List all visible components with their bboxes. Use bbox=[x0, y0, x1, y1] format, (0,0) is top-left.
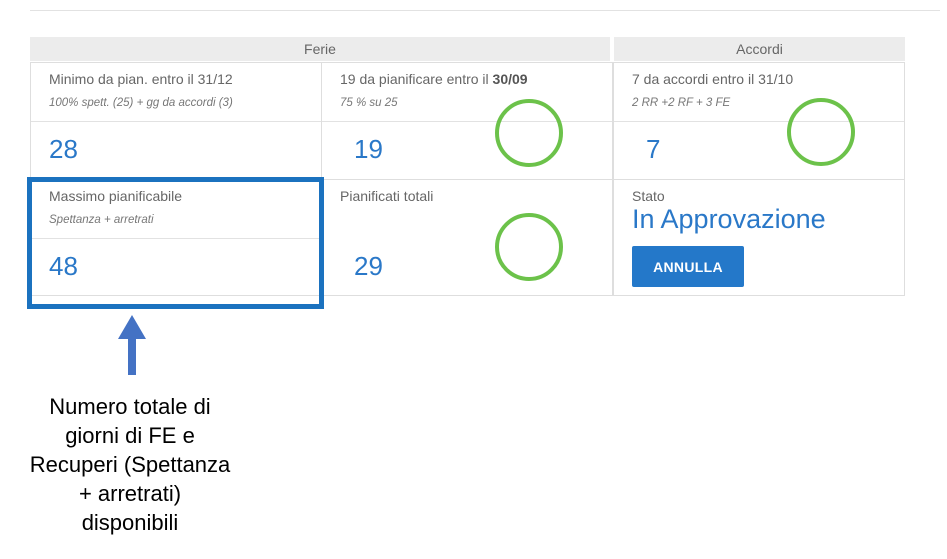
annotation-line: giorni di FE e bbox=[65, 423, 195, 448]
annotation-circle bbox=[495, 213, 563, 281]
card-stato: Stato In Approvazione ANNULLA bbox=[613, 179, 905, 296]
card-subtitle: 2 RR +2 RF + 3 FE bbox=[632, 97, 731, 109]
annotation-line: disponibili bbox=[81, 510, 179, 535]
card-title: 19 da pianificare entro il 30/09 bbox=[340, 71, 528, 87]
card-value: 28 bbox=[49, 134, 78, 164]
card-title: Stato bbox=[632, 188, 665, 204]
card-pianificati: Pianificati totali 29 bbox=[321, 179, 613, 296]
annotation-line: Numero totale di bbox=[49, 394, 211, 419]
card-minimo: Minimo da pian. entro il 31/12 100% spet… bbox=[30, 62, 322, 180]
section-header-ferie: Ferie bbox=[30, 37, 610, 61]
section-header-accordi: Accordi bbox=[614, 37, 905, 61]
highlight-box bbox=[27, 177, 324, 309]
card-value: 19 bbox=[354, 134, 383, 164]
annotation-circle bbox=[495, 99, 563, 167]
card-divider bbox=[614, 121, 904, 122]
card-title-date: 30/09 bbox=[492, 71, 528, 87]
annotation-circle bbox=[787, 98, 855, 166]
card-title: Minimo da pian. entro il 31/12 bbox=[49, 71, 233, 87]
card-subtitle: 75 % su 25 bbox=[340, 97, 398, 109]
card-divider bbox=[31, 121, 321, 122]
annotation-line: + arretrati) bbox=[78, 481, 182, 506]
arrow-up-icon bbox=[118, 315, 146, 375]
card-da-pianificare: 19 da pianificare entro il 30/09 75 % su… bbox=[321, 62, 613, 180]
card-value: 7 bbox=[646, 134, 661, 164]
status-value: In Approvazione bbox=[632, 204, 826, 234]
annotation-line: Recuperi (Spettanza bbox=[29, 452, 231, 477]
annotation-note: Numero totale di giorni di FE e Recuperi… bbox=[10, 392, 250, 537]
card-title: Pianificati totali bbox=[340, 188, 434, 204]
annulla-button[interactable]: ANNULLA bbox=[632, 246, 744, 287]
card-divider bbox=[322, 121, 612, 122]
card-subtitle: 100% spett. (25) + gg da accordi (3) bbox=[49, 97, 233, 109]
card-title: 7 da accordi entro il 31/10 bbox=[632, 71, 794, 87]
card-da-accordi: 7 da accordi entro il 31/10 2 RR +2 RF +… bbox=[613, 62, 905, 180]
top-divider bbox=[30, 10, 940, 11]
card-value: 29 bbox=[354, 251, 383, 281]
